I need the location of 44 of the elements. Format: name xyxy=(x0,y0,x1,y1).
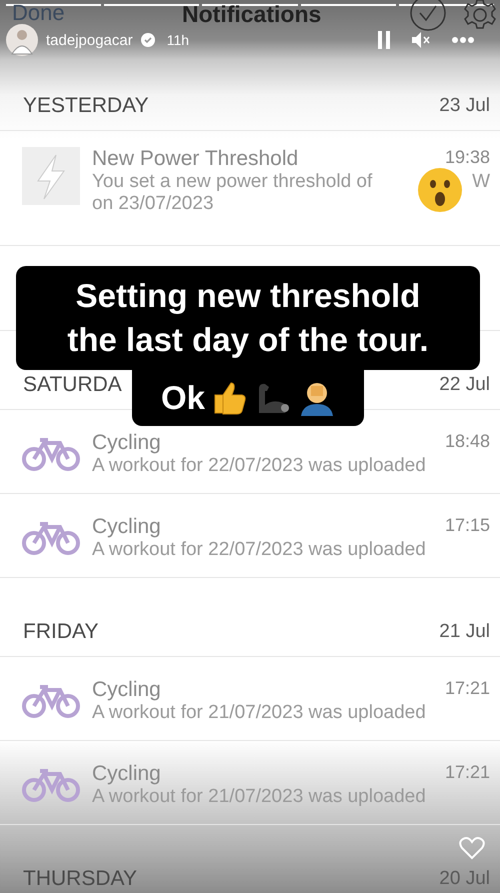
muted-speaker-icon[interactable] xyxy=(412,32,430,48)
notification-title: Cycling xyxy=(92,762,161,786)
bicycle-icon xyxy=(22,684,80,718)
section-date: 23 Jul xyxy=(439,95,490,117)
notification-text: A workout for 22/07/2023 was uploaded xyxy=(92,454,426,476)
settings-icon[interactable] xyxy=(463,0,497,32)
more-icon[interactable] xyxy=(452,37,474,43)
section-date: 21 Jul xyxy=(439,621,490,643)
section-heading: SATURDA xyxy=(23,373,122,397)
heart-icon[interactable] xyxy=(459,836,485,860)
notification-time: 17:15 xyxy=(444,514,490,536)
username[interactable]: tadejpogacar xyxy=(46,32,133,48)
avatar[interactable] xyxy=(6,24,38,56)
bicycle-icon xyxy=(22,520,80,554)
notification-text: A workout for 22/07/2023 was uploaded xyxy=(92,538,426,560)
done-button[interactable]: Done xyxy=(12,2,65,24)
notification-text: on 23/07/2023 xyxy=(92,193,214,214)
notification-time: 17:21 xyxy=(444,678,490,700)
notification-title: Cycling xyxy=(92,430,161,454)
bicycle-icon xyxy=(22,436,80,470)
notification-title: Cycling xyxy=(92,514,161,538)
section-heading: FRIDAY xyxy=(23,620,98,644)
notification-title: Cycling xyxy=(92,678,161,702)
caption-text: Setting new threshold xyxy=(76,276,420,316)
notification-time: 18:48 xyxy=(444,430,490,452)
notification-text: A workout for 21/07/2023 was uploaded xyxy=(92,786,426,808)
section-heading: THURSDAY xyxy=(23,867,137,891)
notification-text: A workout for 21/07/2023 was uploaded xyxy=(92,702,426,724)
section-date: 20 Jul xyxy=(439,868,490,890)
notification-time: 17:21 xyxy=(444,762,490,784)
pause-icon[interactable] xyxy=(378,31,390,49)
notification-title: New Power Threshold xyxy=(92,147,298,171)
caption-text: Ok xyxy=(160,378,206,418)
section-heading: YESTERDAY xyxy=(23,94,149,118)
bicycle-icon xyxy=(22,768,80,802)
notification-text: W xyxy=(472,171,490,193)
screen-title: Notifications xyxy=(182,2,322,26)
section-date: 22 Jul xyxy=(439,374,490,396)
person-icon xyxy=(299,380,336,416)
post-time: 11h xyxy=(166,32,190,48)
lightning-icon xyxy=(22,147,80,205)
notification-time: 19:38 xyxy=(444,147,490,169)
notification-text: You set a new power threshold of xyxy=(92,171,372,193)
caption-text: the last day of the tour. xyxy=(67,320,429,360)
